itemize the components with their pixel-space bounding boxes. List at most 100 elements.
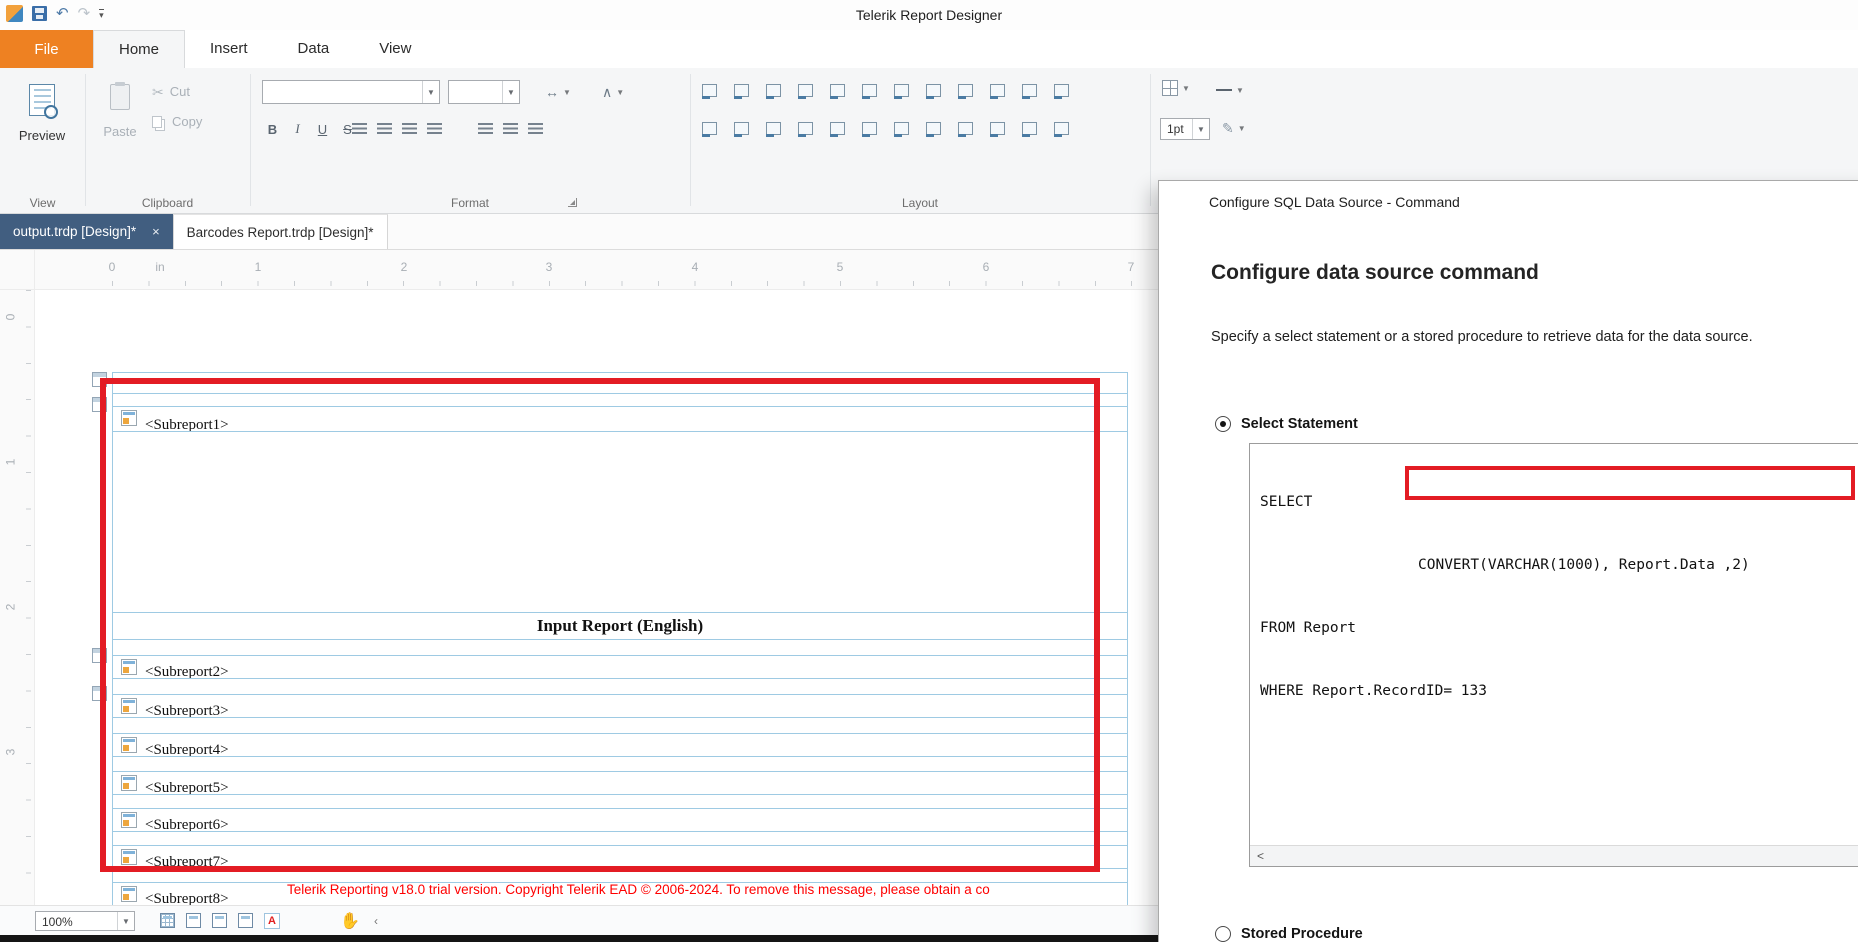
subreport-icon (121, 698, 137, 714)
select-statement-radio[interactable]: Select Statement (1215, 416, 1358, 432)
align-center-icon[interactable] (377, 123, 392, 134)
tab-insert[interactable]: Insert (185, 30, 273, 68)
arrange-icon[interactable] (1052, 120, 1071, 137)
select-statement-label: Select Statement (1241, 416, 1358, 432)
font-size-combo[interactable]: ▼ (448, 80, 520, 104)
align-to-grid-icon[interactable] (956, 120, 975, 137)
stored-procedure-radio[interactable]: Stored Procedure (1215, 926, 1363, 942)
align-horizontal-centers-icon[interactable] (828, 82, 847, 99)
chevron-down-icon: ▼ (1236, 86, 1244, 95)
show-sections-icon[interactable] (212, 913, 227, 928)
copy-button[interactable]: Copy (152, 114, 202, 129)
align-bottom-icon[interactable] (528, 123, 543, 134)
section-icon[interactable] (92, 686, 107, 701)
spacing-horizontal-equal-icon[interactable] (700, 120, 719, 137)
line-width-combo[interactable]: 1pt ▼ (1160, 118, 1210, 140)
line-style-dropdown[interactable]: ▼ (1216, 82, 1244, 98)
text-direction-dropdown[interactable]: ↔ ▼ (545, 84, 571, 100)
font-family-combo[interactable]: ▼ (262, 80, 440, 104)
borders-dropdown[interactable]: ▼ (1162, 80, 1190, 96)
bold-button[interactable]: B (262, 118, 283, 140)
empty-report-row[interactable] (112, 372, 1128, 394)
subreport-item-5[interactable]: <Subreport5> (112, 771, 1128, 795)
cut-icon: ✂ (152, 85, 164, 99)
doc-tab-output[interactable]: output.trdp [Design]* × (0, 214, 173, 249)
chevron-down-icon: ▼ (563, 88, 571, 97)
align-vertical-centers-icon[interactable] (732, 82, 751, 99)
section-icon[interactable] (92, 372, 107, 387)
chevron-down-icon[interactable]: ▼ (1192, 119, 1209, 139)
preview-button[interactable]: Preview (8, 74, 76, 182)
line-color-dropdown[interactable]: ✎ ▼ (1222, 120, 1246, 137)
close-icon[interactable]: × (152, 224, 160, 239)
format-dialog-launcher-icon[interactable] (568, 198, 577, 207)
align-bottom-edges-icon[interactable] (860, 82, 879, 99)
subreport-item-2[interactable]: <Subreport2> (112, 655, 1128, 679)
section-icon[interactable] (92, 397, 107, 412)
align-top-edges-icon[interactable] (796, 82, 815, 99)
section-icon[interactable] (92, 648, 107, 663)
report-title-textbox[interactable]: Input Report (English) (112, 612, 1128, 640)
chevron-down-icon[interactable]: ▼ (117, 912, 134, 930)
snap-to-grid-icon[interactable] (186, 913, 201, 928)
subreport-label: <Subreport5> (145, 780, 229, 795)
spacing-vertical-decrease-icon[interactable] (892, 120, 911, 137)
text-direction-icon: ↔ (545, 84, 559, 100)
size-same-width-icon[interactable] (892, 82, 911, 99)
doc-tab-barcodes-report[interactable]: Barcodes Report.trdp [Design]* (173, 214, 388, 249)
file-tab[interactable]: File (0, 30, 93, 68)
spacing-horizontal-decrease-icon[interactable] (764, 120, 783, 137)
italic-button[interactable]: I (287, 118, 308, 140)
align-right-icon[interactable] (402, 123, 417, 134)
align-middle-icon[interactable] (503, 123, 518, 134)
titlebar: ↶ ↷ ▾ Telerik Report Designer (0, 0, 1858, 30)
subreport-item-1[interactable]: <Subreport1> (112, 406, 1128, 432)
align-left-icon[interactable] (352, 123, 367, 134)
text-case-dropdown[interactable]: ∧ ▼ (602, 84, 624, 101)
paste-button[interactable]: Paste (96, 74, 144, 182)
scroll-left-icon[interactable]: < (1250, 846, 1271, 866)
subreport-item-6[interactable]: <Subreport6> (112, 808, 1128, 832)
bring-to-front-icon[interactable] (988, 120, 1007, 137)
zoom-combo[interactable]: 100% ▼ (35, 911, 135, 931)
show-rulers-icon[interactable] (238, 913, 253, 928)
size-same-height-icon[interactable] (924, 82, 943, 99)
snap-to-grid-icon[interactable] (988, 82, 1007, 99)
show-grid-icon[interactable] (160, 913, 175, 928)
layout-buttons-row1 (700, 82, 1071, 99)
spacing-horizontal-increase-icon[interactable] (732, 120, 751, 137)
watermark-icon[interactable]: A (264, 913, 280, 929)
copy-icon (152, 116, 162, 128)
chevron-down-icon[interactable]: ▼ (502, 81, 519, 103)
spacing-vertical-equal-icon[interactable] (828, 120, 847, 137)
subreport-item-7[interactable]: <Subreport7> (112, 845, 1128, 869)
spacing-vertical-increase-icon[interactable] (860, 120, 879, 137)
scroll-left-icon[interactable]: ‹ (374, 914, 378, 928)
tab-view[interactable]: View (354, 30, 436, 68)
sql-statement-textarea[interactable]: SELECT CONVERT(VARCHAR(1000), Report.Dat… (1249, 443, 1858, 867)
chevron-down-icon[interactable]: ▼ (422, 81, 439, 103)
align-left-edges-icon[interactable] (700, 82, 719, 99)
ruler-ticks (26, 290, 31, 900)
cut-button[interactable]: ✂ Cut (152, 84, 190, 99)
send-to-back-icon[interactable] (1020, 120, 1039, 137)
tab-home[interactable]: Home (93, 30, 185, 68)
align-justify-icon[interactable] (427, 123, 442, 134)
spacing-vertical-remove-icon[interactable] (924, 120, 943, 137)
align-right-edges-icon[interactable] (764, 82, 783, 99)
tab-data[interactable]: Data (273, 30, 355, 68)
cut-label: Cut (170, 84, 190, 99)
grid-options-icon[interactable] (1052, 82, 1071, 99)
horizontal-scrollbar[interactable]: < (1250, 845, 1858, 866)
spacing-horizontal-remove-icon[interactable] (796, 120, 815, 137)
snap-to-snaplines-icon[interactable] (1020, 82, 1039, 99)
subreport-item-4[interactable]: <Subreport4> (112, 733, 1128, 757)
radio-icon[interactable] (1215, 926, 1231, 942)
underline-button[interactable]: U (312, 118, 333, 140)
subreport-label: <Subreport6> (145, 817, 229, 832)
radio-icon[interactable] (1215, 416, 1231, 432)
subreport-item-3[interactable]: <Subreport3> (112, 694, 1128, 718)
size-same-both-icon[interactable] (956, 82, 975, 99)
pan-hand-icon[interactable]: ✋ (340, 911, 360, 931)
align-top-icon[interactable] (478, 123, 493, 134)
